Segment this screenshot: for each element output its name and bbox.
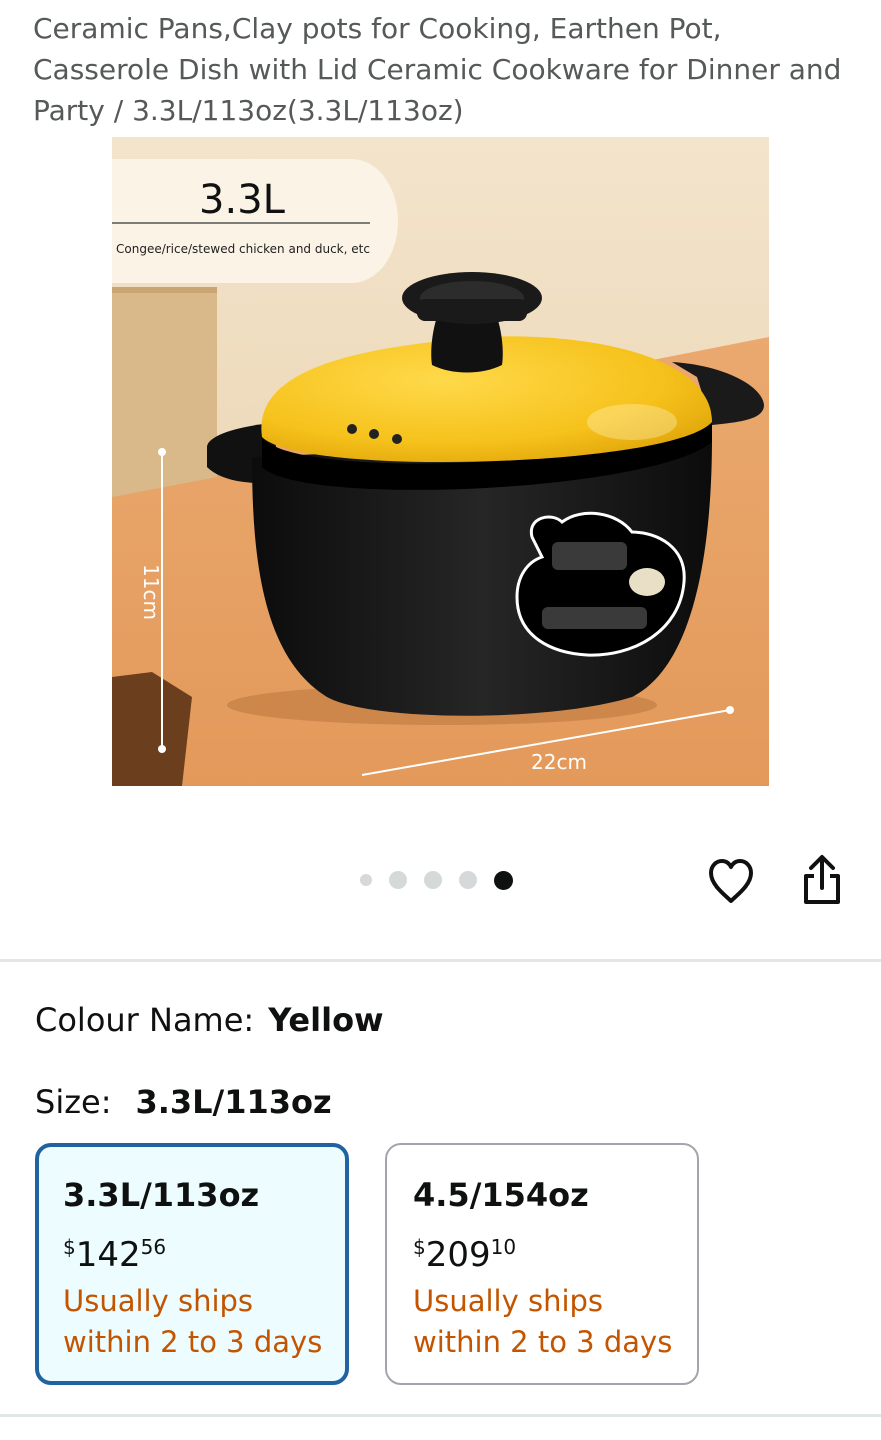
shipping-line-2: within 2 to 3 days [63,1325,323,1359]
capacity-caption: Congee/rice/stewed chicken and duck, etc [116,242,370,256]
product-title: Ceramic Pans,Clay pots for Cooking, Eart… [33,12,842,127]
size-value: 3.3L/113oz [135,1083,332,1121]
colour-name-value: Yellow [268,1001,384,1039]
size-row: Size: 3.3L/113oz [35,1082,332,1122]
carousel-dot[interactable] [389,871,407,889]
price-currency: $ [63,1235,76,1259]
colour-name-label: Colour Name: [35,1001,255,1039]
wishlist-button[interactable] [707,857,755,907]
product-image[interactable]: 3.3L Congee/rice/stewed chicken and duck… [112,137,769,786]
section-divider [0,959,881,962]
section-divider [0,1414,881,1417]
shipping-line-1: Usually ships [413,1284,604,1318]
size-label: Size: [35,1083,112,1121]
price-whole: 142 [75,1235,141,1275]
shipping-line-2: within 2 to 3 days [413,1325,673,1359]
shipping-line-1: Usually ships [63,1284,254,1318]
price-currency: $ [413,1235,426,1259]
price-fraction: 10 [490,1235,517,1259]
carousel-dot[interactable] [459,871,477,889]
colour-name-row: Colour Name: Yellow [35,1000,384,1040]
size-option-4-5l[interactable]: 4.5/154oz $20910 Usually ships within 2 … [385,1143,699,1385]
size-option-price: $14256 [63,1225,166,1283]
width-label: 22cm [531,750,587,774]
share-button[interactable] [800,854,844,906]
shipping-estimate: Usually ships within 2 to 3 days [63,1281,322,1363]
carousel-dot-active[interactable] [494,870,513,890]
heart-icon [709,859,753,903]
shipping-estimate: Usually ships within 2 to 3 days [413,1281,672,1363]
size-option-price: $20910 [413,1225,516,1283]
size-option-name: 4.5/154oz [413,1176,589,1214]
price-fraction: 56 [140,1235,167,1259]
carousel-dot[interactable] [360,874,372,886]
height-label: 11cm [139,564,163,620]
price-whole: 209 [425,1235,491,1275]
carousel-dot[interactable] [424,871,442,889]
share-icon [804,855,840,904]
size-option-3-3l[interactable]: 3.3L/113oz $14256 Usually ships within 2… [35,1143,349,1385]
carousel-dots [360,869,513,891]
size-option-name: 3.3L/113oz [63,1176,260,1214]
capacity-label: 3.3L [199,177,286,223]
